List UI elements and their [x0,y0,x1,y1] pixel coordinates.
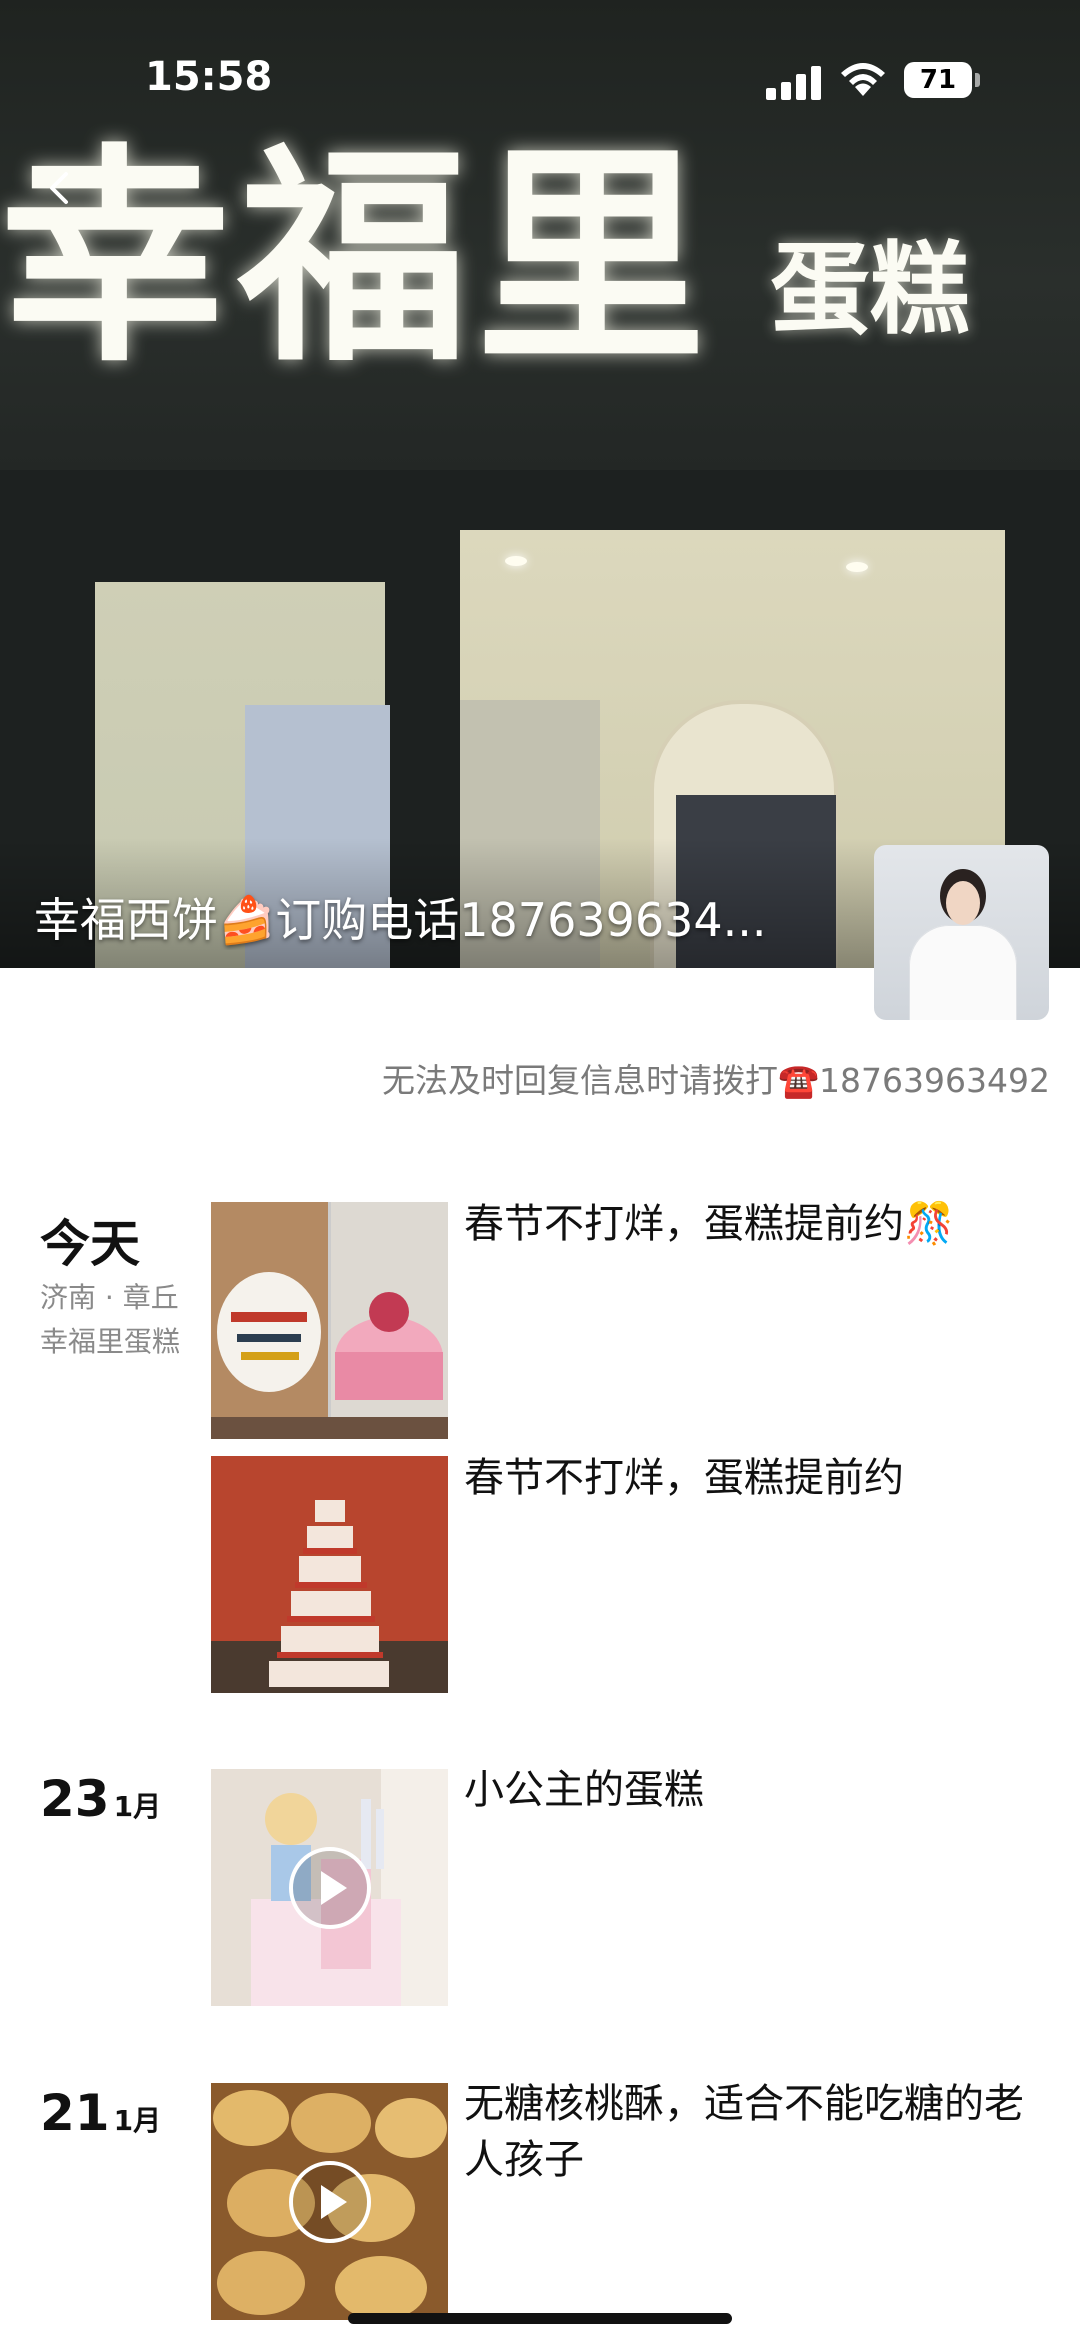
shop-sign-text: 幸福里 [0,126,715,393]
wifi-icon [841,63,885,96]
feed-date-today: 今天 [40,1215,140,1273]
status-bar: 15:58 71 [0,52,1080,112]
post-thumbnail-cakes[interactable] [211,1202,448,1439]
post-video-thumbnail-walnut-cookies[interactable] [211,2083,448,2320]
post-text[interactable]: 无糖核桃酥，适合不能吃糖的老人孩子 [464,2076,1044,2188]
post-video-thumbnail-princess-cake[interactable] [211,1769,448,2006]
play-icon[interactable] [289,2161,371,2243]
ceiling-light [505,556,527,566]
avatar-face [946,881,980,925]
post-text[interactable]: 小公主的蛋糕 [464,1762,1044,1818]
feed-location[interactable]: 济南 · 章丘 幸福里蛋糕 [40,1276,180,1364]
feed-location-place: 幸福里蛋糕 [40,1325,181,1358]
profile-name: 幸福西饼🍰订购电话187639634... [34,893,767,947]
cellular-signal-icon [766,66,822,100]
feed-date-day: 21 [40,2084,110,2142]
status-time: 15:58 [145,54,273,100]
avatar[interactable] [874,845,1049,1020]
avatar-body [909,925,1017,1020]
feed-date-day: 23 [40,1770,110,1828]
feed-date-month: 1月 [113,2104,162,2137]
battery-tip [975,73,980,87]
feed-date: 21 1月 [40,2084,161,2142]
home-indicator[interactable] [348,2313,732,2324]
back-icon[interactable] [40,168,80,208]
cover-photo[interactable]: 幸福里 蛋糕 [0,0,1080,968]
shop-sign-subtext: 蛋糕 [770,231,970,348]
ceiling-light [846,562,868,572]
feed-date-month: 1月 [113,1790,162,1823]
battery-icon: 71 [904,62,972,98]
play-icon[interactable] [289,1847,371,1929]
cake-photo-collage [211,1202,448,1439]
post-text[interactable]: 春节不打烊，蛋糕提前约🎊 [464,1196,1044,1252]
post-thumbnail-tiered-cake[interactable] [211,1456,448,1693]
tiered-cake-photo [211,1456,448,1693]
feed-date: 23 1月 [40,1770,161,1828]
post-text[interactable]: 春节不打烊，蛋糕提前约 [464,1450,1044,1506]
profile-signature: 无法及时回复信息时请拨打☎️18763963492 [381,1061,1050,1100]
feed-location-city: 济南 · 章丘 [40,1281,179,1314]
